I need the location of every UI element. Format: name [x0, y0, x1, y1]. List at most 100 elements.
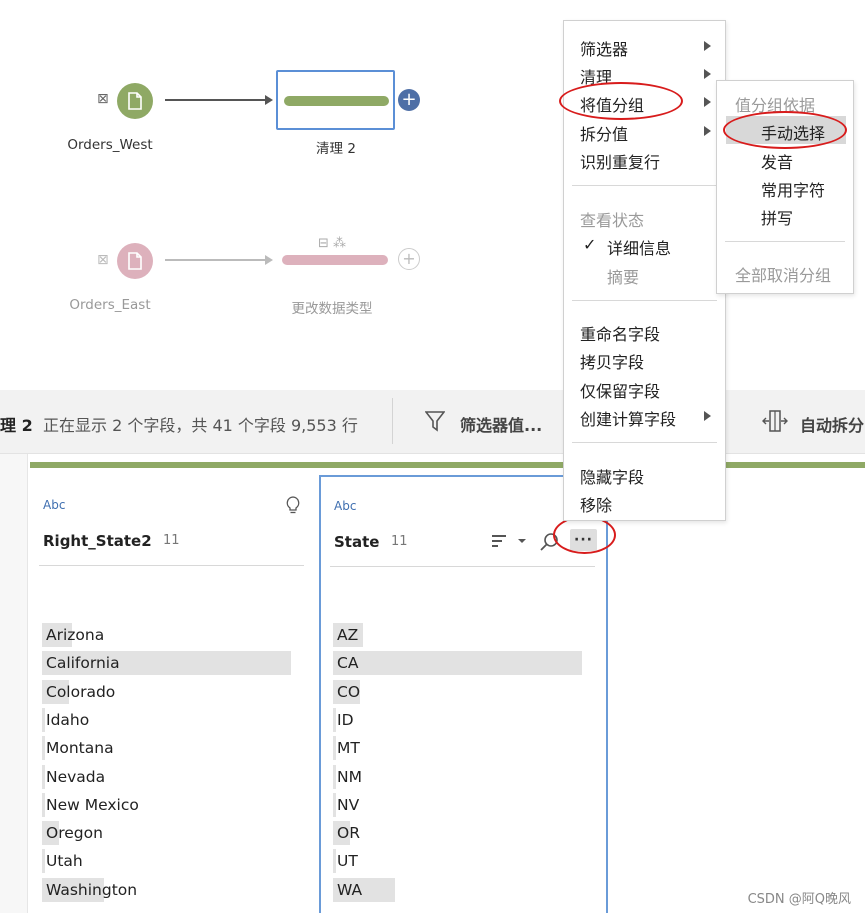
- value-label: OR: [337, 824, 360, 843]
- profile-toolbar: 理 2 正在显示 2 个字段，共 41 个字段 9,553 行 筛选器值... …: [0, 390, 865, 454]
- menu-item-split-values[interactable]: 拆分值: [580, 121, 628, 145]
- profile-card-right-state2[interactable]: Abc Right_State2 11 Arizona California Col…: [31, 476, 314, 913]
- submenu-arrow-icon: [704, 69, 711, 79]
- value-row[interactable]: Colorado: [42, 679, 291, 704]
- value-row[interactable]: CA: [333, 651, 582, 676]
- value-label: AZ: [337, 626, 359, 644]
- lightbulb-icon[interactable]: [286, 496, 300, 516]
- value-row[interactable]: Idaho: [42, 707, 291, 732]
- annotation-ellipse: [553, 516, 616, 554]
- menu-item-keep-only[interactable]: 仅保留字段: [580, 378, 660, 402]
- submenu-item-common-chars[interactable]: 常用字符: [761, 177, 825, 201]
- value-list: AZ CA CO ID MT NM NV OR UT WA: [333, 623, 582, 913]
- menu-item-hide[interactable]: 隐藏字段: [580, 464, 644, 488]
- value-frequency-bar: [42, 849, 45, 874]
- menu-separator: [725, 241, 845, 242]
- sort-dropdown-icon[interactable]: [517, 538, 527, 544]
- value-row[interactable]: Nevada: [42, 764, 291, 789]
- value-row[interactable]: AZ: [333, 623, 582, 647]
- change-type-label: 更改数据类型: [291, 301, 373, 317]
- add-step-button[interactable]: +: [398, 89, 420, 111]
- menu-item-details[interactable]: 详细信息: [607, 235, 671, 259]
- clean-2-label: 清理 2: [316, 141, 356, 157]
- value-label: Nevada: [46, 767, 106, 786]
- value-row[interactable]: Montana: [42, 736, 291, 761]
- auto-split-button[interactable]: 自动拆分: [800, 412, 864, 436]
- field-name[interactable]: Right_State2: [43, 532, 152, 550]
- filter-icon[interactable]: [425, 410, 445, 432]
- value-row[interactable]: Arizona: [42, 623, 291, 647]
- orders-west-node[interactable]: [117, 83, 153, 119]
- menu-item-create-calc[interactable]: 创建计算字段: [580, 406, 676, 430]
- menu-item-copy[interactable]: 拷贝字段: [580, 349, 644, 373]
- file-icon: [128, 252, 142, 270]
- menu-item-summary[interactable]: 摘要: [607, 264, 639, 288]
- value-frequency-bar: [42, 707, 45, 732]
- value-row[interactable]: New Mexico: [42, 792, 291, 817]
- distinct-count: 11: [163, 533, 180, 548]
- data-type-label: Abc: [43, 498, 66, 512]
- submenu-arrow-icon: [704, 126, 711, 136]
- value-frequency-bar: [42, 792, 45, 817]
- add-step-button-faded[interactable]: +: [398, 248, 420, 270]
- input-source-icon: ⊠: [97, 252, 109, 268]
- collapsed-side-panel[interactable]: [0, 454, 28, 913]
- value-row[interactable]: ID: [333, 707, 582, 732]
- menu-separator: [572, 185, 717, 186]
- clean-2-step[interactable]: [276, 70, 395, 130]
- file-icon: [128, 92, 142, 110]
- value-label: California: [46, 654, 120, 673]
- value-label: Colorado: [46, 682, 116, 701]
- value-row[interactable]: California: [42, 651, 291, 676]
- menu-heading-view-state: 查看状态: [580, 211, 645, 230]
- orders-east-node[interactable]: [117, 243, 153, 279]
- value-row[interactable]: Washington: [42, 877, 291, 902]
- value-label: UT: [337, 852, 358, 871]
- value-row[interactable]: WA: [333, 877, 582, 902]
- annotation-ellipse: [559, 82, 683, 120]
- value-label: CA: [337, 654, 359, 673]
- value-row[interactable]: OR: [333, 821, 582, 846]
- step-title: 理 2: [0, 416, 33, 435]
- change-type-icon: ⊟ ⁂: [318, 236, 347, 251]
- value-row[interactable]: NM: [333, 764, 582, 789]
- step-color-line: [30, 462, 865, 468]
- value-frequency-bar: [42, 764, 45, 789]
- filter-values-button[interactable]: 筛选器值...: [460, 412, 542, 436]
- menu-item-remove[interactable]: 移除: [580, 492, 612, 516]
- annotation-ellipse: [723, 111, 847, 149]
- value-frequency-bar: [333, 764, 336, 789]
- field-status-text: 正在显示 2 个字段，共 41 个字段 9,553 行: [43, 416, 358, 435]
- value-label: NM: [337, 767, 362, 786]
- field-name[interactable]: State: [334, 533, 379, 551]
- distinct-count: 11: [391, 534, 408, 549]
- value-row[interactable]: MT: [333, 736, 582, 761]
- toolbar-divider: [392, 398, 393, 444]
- menu-item-identify-duplicates[interactable]: 识别重复行: [580, 149, 660, 173]
- value-label: Washington: [46, 880, 138, 899]
- value-row[interactable]: NV: [333, 792, 582, 817]
- value-frequency-bar: [333, 651, 582, 676]
- value-label: Arizona: [46, 626, 105, 644]
- menu-item-filter[interactable]: 筛选器: [580, 36, 628, 60]
- checkmark-icon: ✓: [583, 235, 597, 254]
- value-row[interactable]: UT: [333, 849, 582, 874]
- value-row[interactable]: Oregon: [42, 821, 291, 846]
- watermark: CSDN @阿Q晚风: [747, 892, 851, 907]
- submenu-item-pronunciation[interactable]: 发音: [761, 149, 793, 173]
- card-divider: [330, 566, 595, 567]
- card-divider: [39, 565, 304, 566]
- menu-item-rename[interactable]: 重命名字段: [580, 321, 660, 345]
- value-label: ID: [337, 710, 354, 729]
- auto-split-icon[interactable]: [762, 409, 788, 433]
- change-type-step[interactable]: [282, 255, 388, 265]
- submenu-item-spelling[interactable]: 拼写: [761, 205, 793, 229]
- value-frequency-bar: [333, 792, 336, 817]
- value-row[interactable]: Utah: [42, 849, 291, 874]
- value-row[interactable]: CO: [333, 679, 582, 704]
- sort-icon[interactable]: [491, 533, 509, 549]
- value-frequency-bar: [333, 736, 336, 761]
- input-source-icon: ⊠: [97, 91, 109, 107]
- submenu-item-ungroup-all[interactable]: 全部取消分组: [735, 262, 831, 286]
- submenu-arrow-icon: [704, 411, 711, 421]
